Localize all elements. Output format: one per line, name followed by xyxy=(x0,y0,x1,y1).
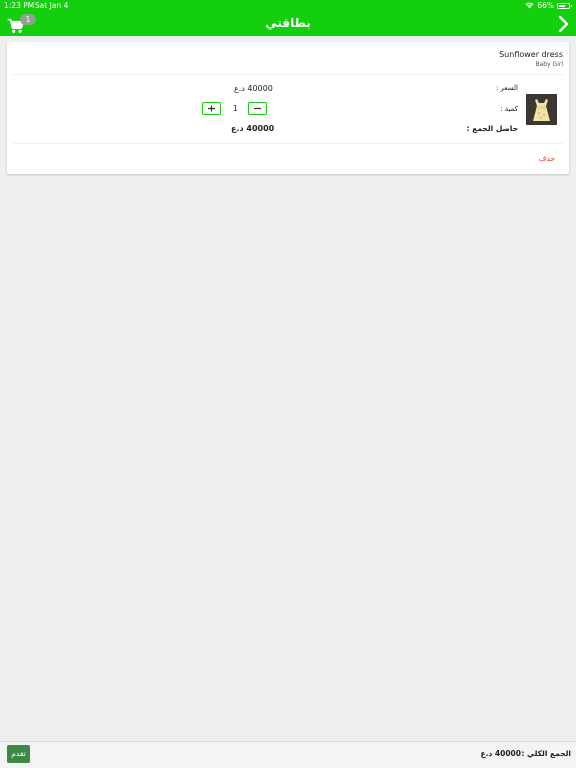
decrease-quantity-button[interactable] xyxy=(248,102,267,115)
divider xyxy=(13,143,563,144)
product-name: Sunflower dress xyxy=(499,50,563,59)
plus-icon xyxy=(208,105,215,112)
total-value: 40000 د.ع xyxy=(480,749,521,758)
subtotal-label: حاصل الجمع : xyxy=(466,124,518,133)
quantity-value: 1 xyxy=(233,104,238,113)
price-label: السعر : xyxy=(495,84,518,92)
increase-quantity-button[interactable] xyxy=(202,102,221,115)
nav-bar: 1 بطاقتي xyxy=(0,12,576,36)
dress-image xyxy=(526,94,557,125)
status-date: Sat Jan 4 xyxy=(35,1,69,10)
divider xyxy=(13,74,563,75)
battery-percent: 66% xyxy=(537,1,554,10)
product-thumbnail[interactable] xyxy=(526,94,557,125)
cart-item-card: Sunflower dress Baby Girl السعر : 40000 … xyxy=(7,42,569,174)
total-label: الجمع الكلي : xyxy=(521,749,571,758)
minus-icon xyxy=(254,107,261,110)
subtotal-value: 40000 د.ع xyxy=(231,124,275,133)
price-value: 40000 د.ع xyxy=(234,84,273,93)
chevron-right-icon[interactable] xyxy=(556,14,570,34)
status-right: 66% xyxy=(525,1,572,10)
product-category: Baby Girl xyxy=(535,61,563,68)
delete-item-button[interactable]: حذف xyxy=(539,154,555,163)
status-time: 1:23 PM xyxy=(4,1,35,10)
checkout-bar: تقدم 40000 د.ع الجمع الكلي : xyxy=(0,741,576,768)
proceed-button[interactable]: تقدم xyxy=(7,745,30,763)
battery-fill xyxy=(559,4,565,7)
wifi-icon xyxy=(525,2,534,9)
quantity-label: كمية : xyxy=(500,105,518,113)
battery-icon xyxy=(557,2,572,9)
status-bar: 1:23 PM Sat Jan 4 66% xyxy=(0,0,576,12)
page-title: بطاقتي xyxy=(265,16,311,30)
